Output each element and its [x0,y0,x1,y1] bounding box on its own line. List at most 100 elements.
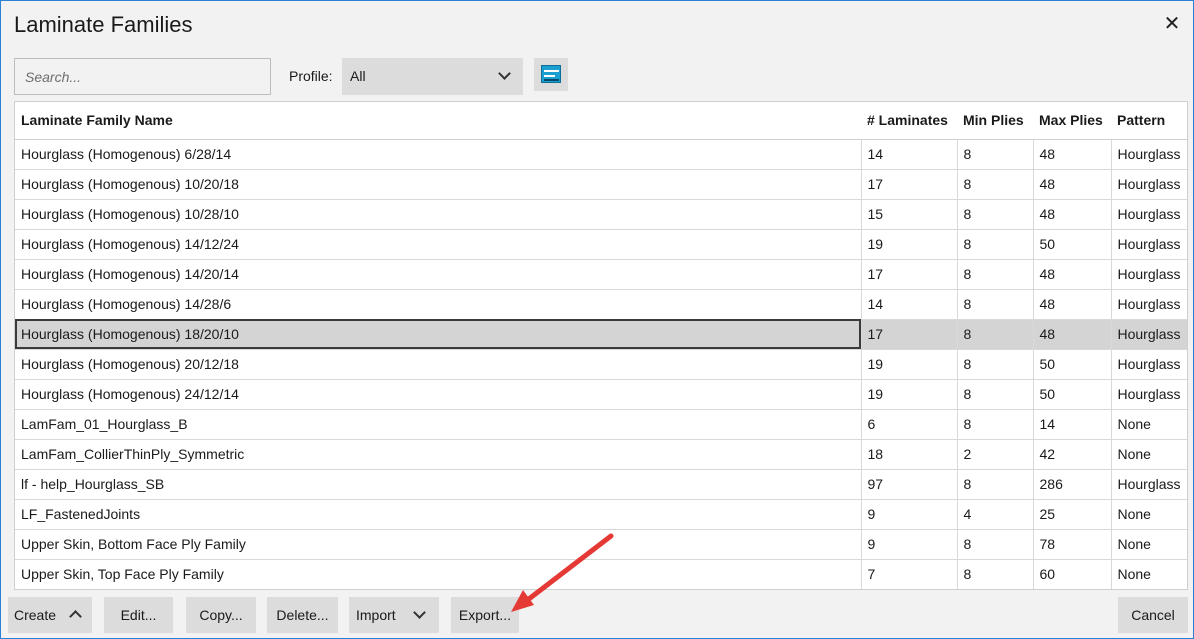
edit-button[interactable]: Edit... [104,597,173,633]
export-button[interactable]: Export... [451,597,519,633]
column-header[interactable]: Max Plies [1033,102,1111,140]
table-cell: 48 [1033,319,1112,350]
table-cell: Hourglass [1111,199,1187,230]
table-cell: 8 [957,199,1034,230]
column-header[interactable]: Min Plies [957,102,1033,140]
table-cell: Hourglass (Homogenous) 18/20/10 [15,319,862,350]
table-cell: 8 [957,169,1034,200]
table-cell: 6 [861,409,958,440]
column-header[interactable]: Pattern [1111,102,1187,140]
create-label: Create [14,607,57,623]
table-cell: 18 [861,439,958,470]
table-cell: Hourglass (Homogenous) 14/28/6 [15,289,862,320]
table-cell: lf - help_Hourglass_SB [15,469,862,500]
table-cell: 8 [957,529,1034,560]
table-cell: 48 [1033,259,1112,290]
table-cell: Hourglass [1111,319,1187,350]
table-cell: 14 [861,289,958,320]
table-cell: LamFam_CollierThinPly_Symmetric [15,439,862,470]
table-row[interactable]: Hourglass (Homogenous) 24/12/14 19 8 50 Hour… [15,379,1187,410]
table-cell: None [1111,559,1187,589]
chevron-down-icon [413,606,426,619]
table-cell: 14 [861,139,958,170]
table-cell: Hourglass [1111,259,1187,290]
search-input[interactable] [14,58,271,95]
table-cell: 2 [957,439,1034,470]
laminate-families-dialog: Laminate Families ✕ Profile: All Laminat… [0,0,1194,639]
table-cell: 97 [861,469,958,500]
table-row[interactable]: LamFam_01_Hourglass_B 6 8 14 None [15,409,1187,440]
table-row[interactable]: Hourglass (Homogenous) 10/28/10 15 8 48 Hour… [15,199,1187,230]
table-cell: Hourglass [1111,349,1187,380]
delete-button[interactable]: Delete... [267,597,338,633]
table-cell: 50 [1033,379,1112,410]
copy-button[interactable]: Copy... [186,597,256,633]
table-cell: None [1111,499,1187,530]
grid-view-button[interactable] [534,58,568,91]
table-cell: 7 [861,559,958,589]
close-icon[interactable]: ✕ [1159,11,1185,37]
table-row[interactable]: LamFam_CollierThinPly_Symmetric 18 2 42 None [15,439,1187,470]
table-cell: Hourglass [1111,469,1187,500]
table-cell: 286 [1033,469,1112,500]
table-cell: 8 [957,259,1034,290]
import-button[interactable]: Import [349,597,439,633]
table-cell: 48 [1033,289,1112,320]
table-row[interactable]: LF_FastenedJoints 9 4 25 None [15,499,1187,530]
table-row[interactable]: Hourglass (Homogenous) 18/20/10 17 8 48 Hour… [15,319,1187,350]
table-cell: 19 [861,349,958,380]
table-cell: 9 [861,529,958,560]
table-cell: 15 [861,199,958,230]
profile-value: All [350,68,366,84]
table-cell: 8 [957,409,1034,440]
cancel-button[interactable]: Cancel [1118,597,1188,633]
table-cell: Hourglass (Homogenous) 10/20/18 [15,169,862,200]
table-cell: 48 [1033,139,1112,170]
table-row[interactable]: Hourglass (Homogenous) 10/20/18 17 8 48 Hour… [15,169,1187,200]
table-cell: None [1111,439,1187,470]
create-button[interactable]: Create [8,597,92,633]
table-cell: Hourglass [1111,289,1187,320]
table-cell: 60 [1033,559,1112,589]
column-header[interactable]: # Laminates [861,102,957,140]
table-header: Laminate Family Name # Laminates Min Plies… [15,102,1187,140]
table-cell: 25 [1033,499,1112,530]
table-cell: LF_FastenedJoints [15,499,862,530]
table-row[interactable]: Hourglass (Homogenous) 14/20/14 17 8 48 Hour… [15,259,1187,290]
table-cell: LamFam_01_Hourglass_B [15,409,862,440]
table-cell: 8 [957,559,1034,589]
grid-view-icon [541,65,561,83]
column-header[interactable]: Laminate Family Name [15,102,861,140]
table-row[interactable]: Hourglass (Homogenous) 6/28/14 14 8 48 Hourg… [15,139,1187,170]
chevron-down-icon [498,67,511,80]
table-row[interactable]: Hourglass (Homogenous) 14/12/24 19 8 50 Hour… [15,229,1187,260]
table-row[interactable]: Hourglass (Homogenous) 14/28/6 14 8 48 Hourg… [15,289,1187,320]
table-cell: 9 [861,499,958,530]
table-cell: 19 [861,379,958,410]
table-cell: Hourglass [1111,229,1187,260]
table-cell: 19 [861,229,958,260]
table-cell: None [1111,409,1187,440]
table-cell: 8 [957,349,1034,380]
table-cell: 48 [1033,169,1112,200]
chevron-up-icon [69,610,82,623]
table-row[interactable]: Upper Skin, Bottom Face Ply Family 9 8 78 No… [15,529,1187,560]
table-cell: 50 [1033,229,1112,260]
table-cell: 17 [861,319,958,350]
table-cell: 4 [957,499,1034,530]
table-cell: 8 [957,379,1034,410]
table-row[interactable]: Hourglass (Homogenous) 20/12/18 19 8 50 Hour… [15,349,1187,380]
table-cell: 8 [957,319,1034,350]
table-cell: 8 [957,229,1034,260]
table-cell: Hourglass (Homogenous) 20/12/18 [15,349,862,380]
table-cell: Hourglass [1111,379,1187,410]
table-row[interactable]: lf - help_Hourglass_SB 97 8 286 Hourglass [15,469,1187,500]
laminate-families-table[interactable]: Laminate Family Name # Laminates Min Plies… [14,101,1188,590]
profile-label: Profile: [289,68,333,84]
table-cell: 8 [957,469,1034,500]
table-cell: 42 [1033,439,1112,470]
table-row[interactable]: Upper Skin, Top Face Ply Family 7 8 60 None [15,559,1187,589]
table-cell: 48 [1033,199,1112,230]
profile-dropdown[interactable]: All [342,58,523,95]
table-cell: Hourglass (Homogenous) 10/28/10 [15,199,862,230]
